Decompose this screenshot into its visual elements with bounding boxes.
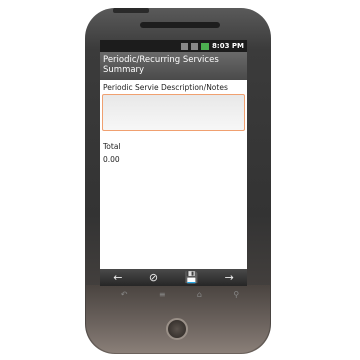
status-bar: 8:03 PM [100,40,247,52]
battery-icon [201,42,210,50]
forward-arrow-icon[interactable]: → [225,271,234,284]
total-label: Total [103,142,121,151]
cancel-icon[interactable]: ⊘ [149,271,158,284]
trackball[interactable] [166,318,188,340]
clock: 8:03 PM [212,42,244,50]
save-icon[interactable]: 💾 [184,271,198,284]
signal-icon [181,42,189,50]
bottom-toolbar: ← ⊘ 💾 → [100,269,247,286]
network-icon [191,42,199,50]
back-arrow-icon[interactable]: ← [113,271,122,284]
menu-key-icon[interactable]: ≡ [159,290,166,299]
power-button[interactable] [113,8,149,13]
page-title: Periodic/Recurring Services Summary [100,52,247,80]
search-key-icon[interactable]: ⚲ [233,290,239,299]
description-label: Periodic Servie Description/Notes [103,83,228,92]
total-value: 0.00 [103,155,120,164]
description-field[interactable] [102,94,245,131]
hardware-nav-keys: ↶ ≡ ⌂ ⚲ [105,288,255,300]
earpiece-speaker [140,22,220,28]
screen: 8:03 PM Periodic/Recurring Services Summ… [100,40,247,286]
home-key-icon[interactable]: ⌂ [197,290,202,299]
back-key-icon[interactable]: ↶ [121,290,128,299]
